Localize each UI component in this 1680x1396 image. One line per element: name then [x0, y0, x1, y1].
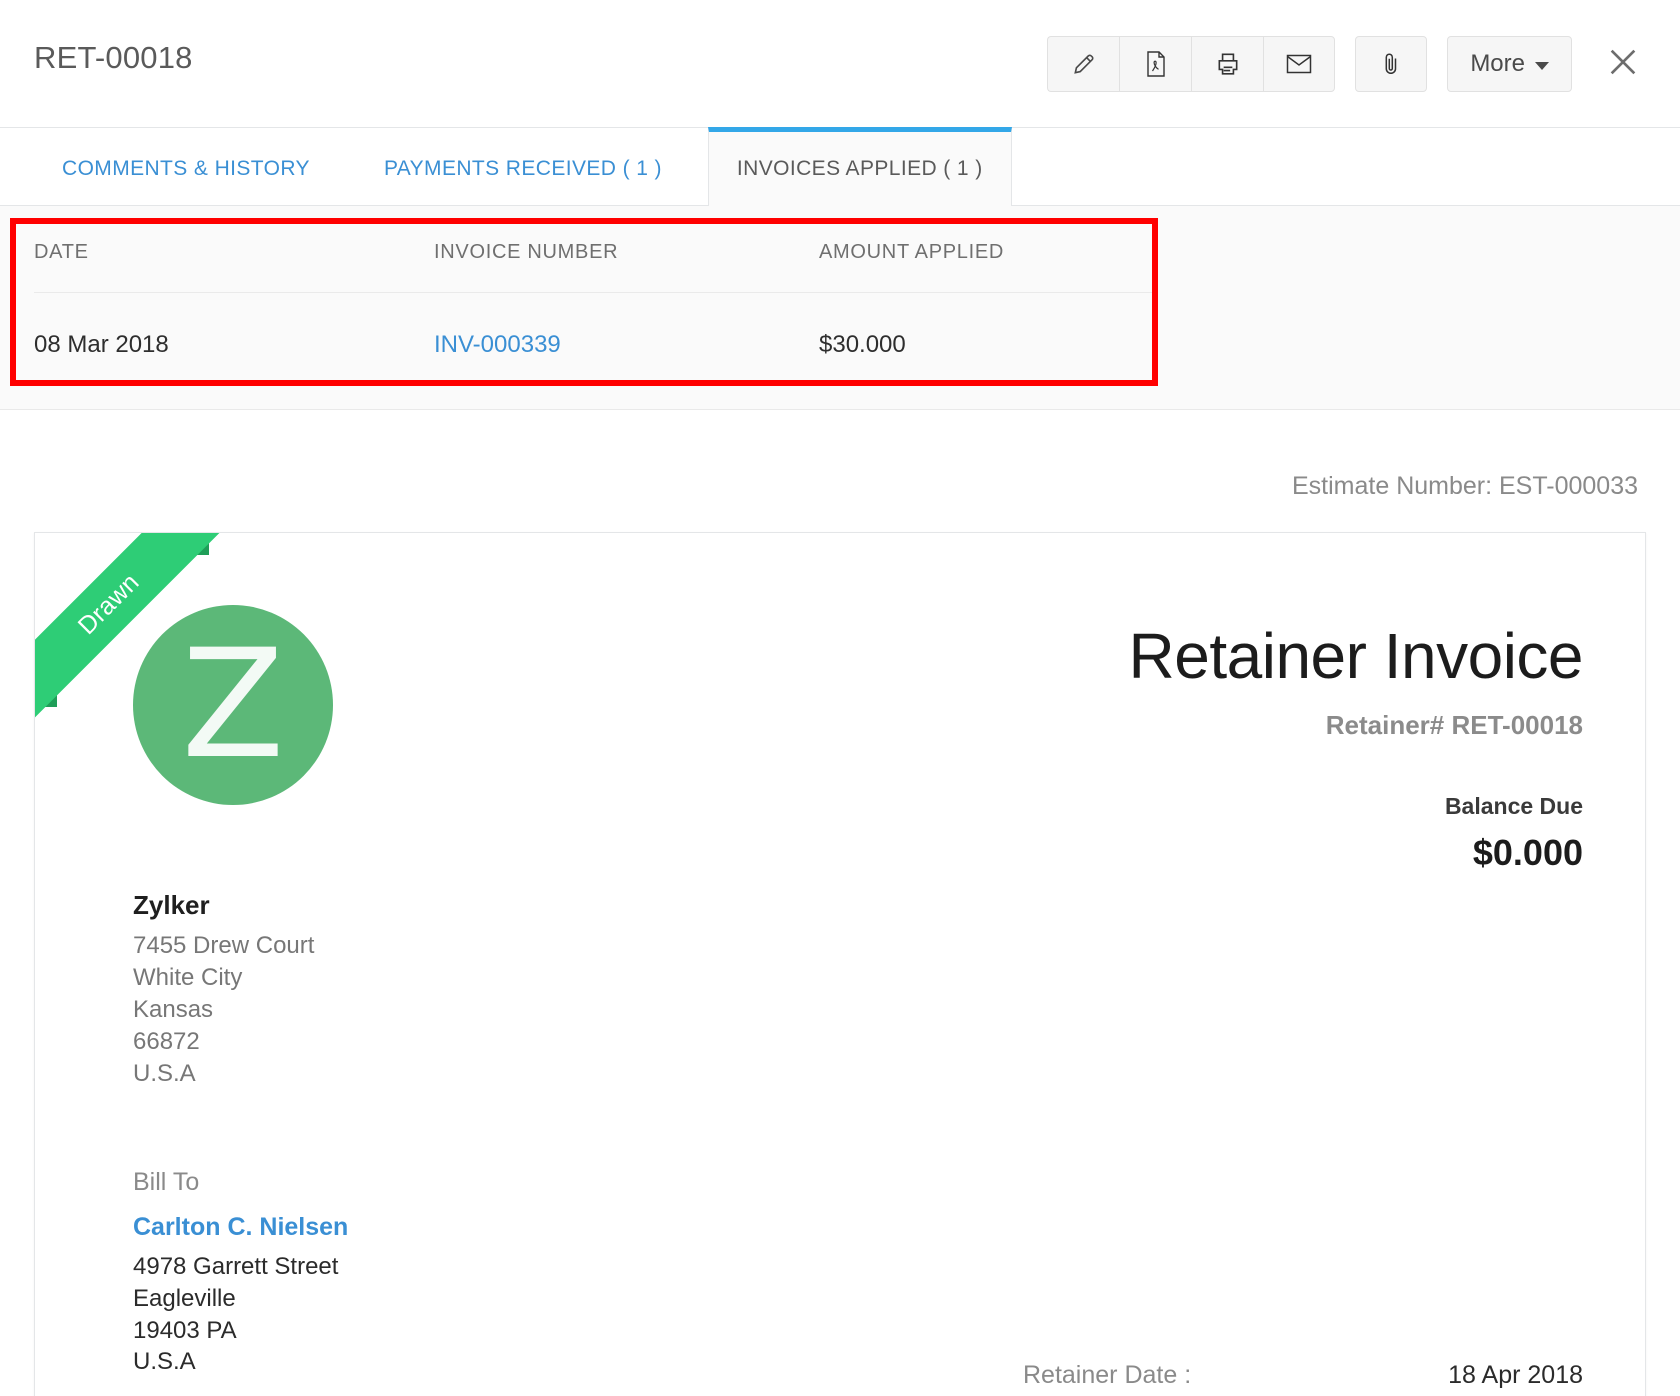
- page-header: RET-00018 More: [0, 0, 1680, 128]
- column-header-date: DATE: [34, 206, 434, 293]
- tab-invoices-applied[interactable]: INVOICES APPLIED ( 1 ): [707, 127, 1012, 206]
- close-icon: [1606, 45, 1640, 84]
- more-button[interactable]: More: [1447, 36, 1572, 92]
- logo-letter: Z: [181, 618, 285, 792]
- print-button[interactable]: [1191, 36, 1264, 92]
- tab-comments-history[interactable]: COMMENTS & HISTORY: [34, 127, 338, 205]
- printer-icon: [1215, 51, 1241, 77]
- company-logo: Z: [133, 605, 333, 805]
- retainer-date-value: 18 Apr 2018: [1448, 1361, 1583, 1390]
- bill-to-address-line: 19403 PA: [133, 1316, 237, 1344]
- invoices-applied-panel: DATE INVOICE NUMBER AMOUNT APPLIED 08 Ma…: [0, 206, 1680, 410]
- company-address-line: U.S.A: [133, 1059, 196, 1087]
- edit-button[interactable]: [1047, 36, 1120, 92]
- balance-due-value: $0.000: [1472, 832, 1583, 874]
- document-header-right: Retainer Invoice Retainer# RET-00018 Bal…: [1128, 601, 1584, 874]
- company-address-line: Kansas: [133, 996, 214, 1023]
- table-header-row: DATE INVOICE NUMBER AMOUNT APPLIED: [34, 206, 1154, 293]
- close-button[interactable]: [1600, 41, 1646, 87]
- pdf-button[interactable]: [1119, 36, 1192, 92]
- cell-amount-applied: $30.000: [819, 331, 906, 358]
- invoices-applied-table: DATE INVOICE NUMBER AMOUNT APPLIED 08 Ma…: [34, 206, 1154, 409]
- toolbar-button-group: [1047, 36, 1336, 92]
- bill-to-address-line: 4978 Garrett Street: [133, 1252, 339, 1280]
- email-button[interactable]: [1263, 36, 1336, 92]
- attachment-button[interactable]: [1355, 36, 1428, 92]
- balance-due-label: Balance Due: [1444, 793, 1583, 820]
- retainer-date-row: Retainer Date : 18 Apr 2018: [1023, 1361, 1583, 1390]
- bill-to-customer-link[interactable]: Carlton C. Nielsen: [133, 1213, 1583, 1242]
- company-name: Zylker: [133, 890, 210, 921]
- bill-to-address-line: Eagleville: [133, 1284, 236, 1312]
- column-header-invoice-number: INVOICE NUMBER: [434, 206, 819, 293]
- company-address-block: Zylker 7455 Drew Court White City Kansas…: [133, 890, 1583, 1090]
- page-title: RET-00018: [34, 40, 193, 75]
- document-body: Z Retainer Invoice Retainer# RET-00018 B…: [35, 533, 1645, 1389]
- retainer-number: Retainer# RET-00018: [1325, 710, 1583, 741]
- estimate-number: Estimate Number: EST-000033: [1292, 472, 1638, 500]
- chevron-down-icon: [1535, 61, 1549, 70]
- more-button-label: More: [1470, 50, 1525, 77]
- pencil-icon: [1071, 51, 1097, 77]
- tab-bar: COMMENTS & HISTORY PAYMENTS RECEIVED ( 1…: [0, 127, 1680, 206]
- bill-to-block: Bill To Carlton C. Nielsen 4978 Garrett …: [133, 1168, 1583, 1379]
- company-address-line: 7455 Drew Court: [133, 932, 315, 960]
- table-row: 08 Mar 2018 INV-000339 $30.000: [34, 293, 1154, 410]
- pdf-file-icon: [1144, 51, 1168, 77]
- table-header: DATE INVOICE NUMBER AMOUNT APPLIED: [34, 206, 1154, 293]
- header-toolbar: More: [1047, 36, 1646, 92]
- document-preview-card: Drawn Z Retainer Invoice Retainer# RET-0…: [34, 532, 1646, 1396]
- tab-payments-received[interactable]: PAYMENTS RECEIVED ( 1 ): [356, 127, 690, 205]
- bill-to-label: Bill To: [133, 1167, 200, 1196]
- document-title: Retainer Invoice: [1128, 620, 1584, 692]
- table-body: 08 Mar 2018 INV-000339 $30.000: [34, 293, 1154, 410]
- retainer-date-label: Retainer Date :: [1023, 1361, 1192, 1390]
- envelope-icon: [1286, 53, 1312, 75]
- paperclip-icon: [1379, 51, 1403, 77]
- cell-invoice-number: INV-000339: [434, 293, 819, 410]
- company-address-line: White City: [133, 964, 243, 992]
- document-header-row: Z Retainer Invoice Retainer# RET-00018 B…: [97, 601, 1584, 874]
- cell-date: 08 Mar 2018: [34, 331, 169, 358]
- column-header-amount-applied: AMOUNT APPLIED: [819, 206, 1154, 293]
- invoice-number-link[interactable]: INV-000339: [434, 331, 561, 358]
- retainer-invoice-page: RET-00018 More COMMENTS & HISTORY PAYMEN…: [0, 0, 1680, 1396]
- company-address-line: 66872: [133, 1027, 200, 1055]
